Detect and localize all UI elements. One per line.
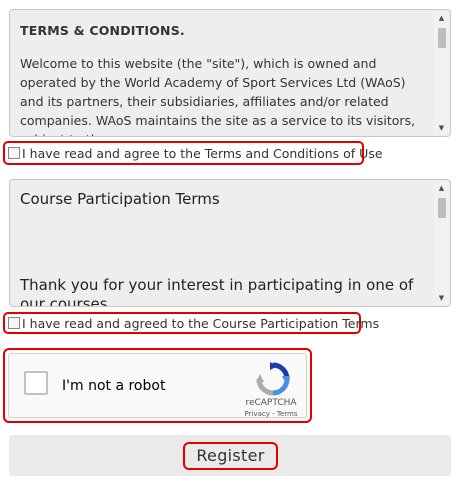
- captcha-highlight: I'm not a robot reCAPTCHA Privacy - Term…: [3, 348, 312, 423]
- register-button[interactable]: Register: [183, 442, 278, 470]
- terms-agree-row[interactable]: I have read and agree to the Terms and C…: [3, 141, 383, 165]
- course-content: Course Participation Terms Thank you for…: [20, 180, 430, 307]
- arrow-down-icon[interactable]: ▼: [434, 291, 449, 305]
- arrow-up-icon[interactable]: ▲: [434, 181, 449, 195]
- captcha-label: I'm not a robot: [62, 378, 166, 394]
- course-agree-checkbox[interactable]: [8, 317, 20, 329]
- recaptcha-widget: I'm not a robot reCAPTCHA Privacy - Term…: [8, 353, 307, 418]
- terms-conditions-box[interactable]: TERMS & CONDITIONS. Welcome to this webs…: [9, 9, 451, 137]
- terms-title: TERMS & CONDITIONS.: [20, 23, 185, 38]
- course-body: Thank you for your interest in participa…: [20, 276, 414, 307]
- course-scrollbar[interactable]: ▲ ▼: [434, 181, 449, 305]
- terms-agree-label[interactable]: I have read and agree to the Terms and C…: [22, 146, 383, 161]
- terms-body: Welcome to this website (the "site"), wh…: [20, 56, 416, 136]
- register-bar: Register: [9, 435, 451, 476]
- terms-content: TERMS & CONDITIONS. Welcome to this webs…: [20, 10, 430, 136]
- captcha-links[interactable]: Privacy - Terms: [239, 410, 303, 418]
- course-agree-row[interactable]: I have read and agreed to the Course Par…: [3, 312, 379, 334]
- recaptcha-logo-icon: [256, 362, 290, 396]
- terms-scroll-thumb[interactable]: [438, 28, 446, 48]
- terms-scrollbar[interactable]: ▲ ▼: [434, 11, 449, 135]
- course-terms-box[interactable]: Course Participation Terms Thank you for…: [9, 179, 451, 307]
- terms-agree-checkbox[interactable]: [8, 147, 20, 159]
- arrow-down-icon[interactable]: ▼: [434, 121, 449, 135]
- captcha-checkbox[interactable]: [24, 371, 48, 395]
- course-agree-label[interactable]: I have read and agreed to the Course Par…: [22, 316, 379, 331]
- arrow-up-icon[interactable]: ▲: [434, 11, 449, 25]
- course-scroll-thumb[interactable]: [438, 198, 446, 218]
- captcha-brand: reCAPTCHA: [245, 398, 297, 408]
- course-title: Course Participation Terms: [20, 190, 220, 208]
